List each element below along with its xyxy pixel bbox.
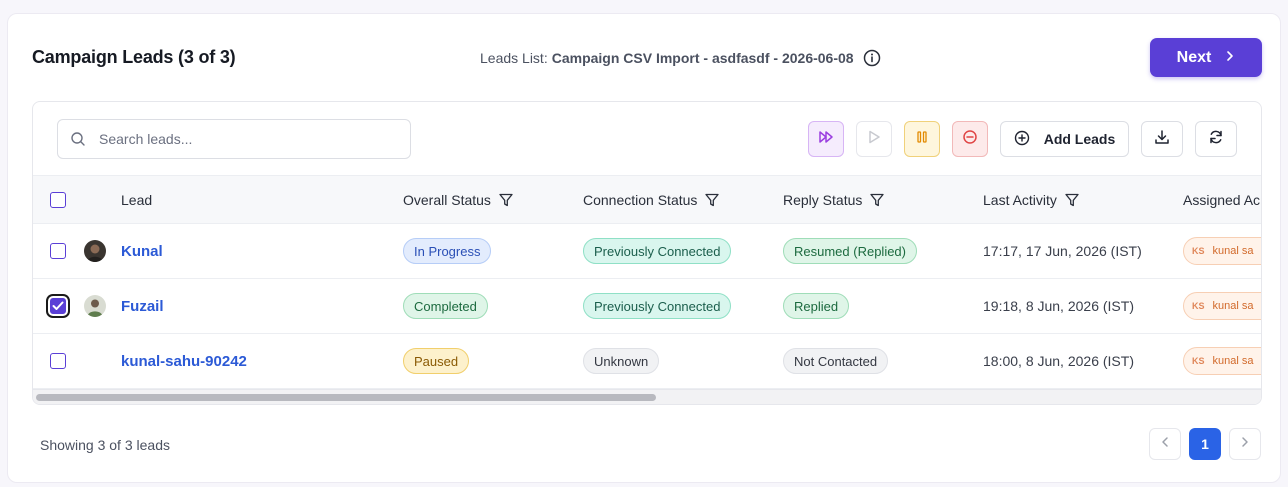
assignee-name: kunal sa — [1212, 300, 1254, 312]
assignee-initials: KS — [1192, 356, 1205, 366]
leads-table-panel: Add Leads Lead Overall Status Connection… — [32, 101, 1262, 405]
stop-icon — [962, 129, 978, 150]
reply-status-badge: Not Contacted — [783, 348, 889, 374]
column-reply-status: Reply Status — [783, 192, 885, 208]
connection-status-badge: Unknown — [583, 348, 660, 374]
play-icon — [868, 130, 880, 149]
download-icon — [1154, 129, 1170, 150]
assignee-chip: KS kunal sa — [1183, 237, 1261, 265]
table-header: Lead Overall Status Connection Status Re… — [33, 175, 1261, 224]
filter-icon[interactable] — [704, 192, 720, 208]
leads-list-info: Leads List: Campaign CSV Import - asdfas… — [480, 49, 881, 67]
next-button[interactable]: Next — [1150, 38, 1262, 77]
last-activity: 17:17, 17 Jun, 2026 (IST) — [983, 243, 1142, 259]
select-all-checkbox[interactable] — [50, 192, 66, 208]
column-assigned-label: Assigned Ac — [1183, 192, 1261, 208]
assignee-name: kunal sa — [1212, 355, 1254, 367]
assignee-initials: KS — [1192, 301, 1205, 311]
avatar — [84, 240, 106, 262]
filter-icon[interactable] — [498, 192, 514, 208]
column-connection-status: Connection Status — [583, 192, 720, 208]
chevron-right-icon — [1225, 49, 1235, 67]
connection-status-badge: Previously Connected — [583, 293, 732, 319]
reply-status-badge: Resumed (Replied) — [783, 238, 917, 264]
row-checkbox[interactable] — [50, 243, 66, 259]
last-activity: 18:00, 8 Jun, 2026 (IST) — [983, 353, 1134, 369]
lead-name-link[interactable]: Kunal — [121, 243, 163, 260]
assignee-chip: KS kunal sa — [1183, 347, 1261, 375]
add-leads-button[interactable]: Add Leads — [1000, 121, 1129, 157]
refresh-icon — [1208, 129, 1224, 150]
table-row[interactable]: kunal-sahu-90242 Paused Unknown Not Cont… — [33, 334, 1261, 389]
table-row[interactable]: Kunal In Progress Previously Connected R… — [33, 224, 1261, 279]
column-lead-label: Lead — [121, 192, 153, 208]
connection-status-badge: Previously Connected — [583, 238, 732, 264]
next-button-label: Next — [1176, 48, 1212, 66]
column-reply-status-label: Reply Status — [783, 192, 863, 208]
add-leads-label: Add Leads — [1043, 131, 1116, 147]
filter-icon[interactable] — [1064, 192, 1080, 208]
search-input[interactable] — [99, 131, 399, 147]
leads-list-value: Campaign CSV Import - asdfasdf - 2026-06… — [551, 50, 854, 66]
pause-button[interactable] — [904, 121, 940, 157]
scrollbar-thumb[interactable] — [36, 394, 656, 401]
lead-name-link[interactable]: Fuzail — [121, 298, 164, 315]
pause-icon — [916, 130, 928, 149]
column-assigned-account: Assigned Ac — [1183, 192, 1260, 208]
info-icon[interactable] — [863, 49, 881, 67]
download-button[interactable] — [1141, 121, 1183, 157]
next-page-button[interactable] — [1229, 428, 1261, 460]
resume-all-button[interactable] — [808, 121, 844, 157]
refresh-button[interactable] — [1195, 121, 1237, 157]
search-box[interactable] — [57, 119, 411, 159]
start-button[interactable] — [856, 121, 892, 157]
column-last-activity: Last Activity — [983, 192, 1080, 208]
plus-circle-icon — [1014, 130, 1030, 149]
stop-button[interactable] — [952, 121, 988, 157]
column-overall-status: Overall Status — [403, 192, 514, 208]
avatar — [84, 295, 106, 317]
check-icon — [52, 301, 64, 310]
campaign-leads-card: Campaign Leads (3 of 3) Leads List: Camp… — [7, 13, 1281, 483]
filter-icon[interactable] — [869, 192, 885, 208]
last-activity: 19:18, 8 Jun, 2026 (IST) — [983, 298, 1134, 314]
overall-status-badge: In Progress — [403, 238, 492, 264]
fast-forward-icon — [818, 130, 834, 149]
showing-count: Showing 3 of 3 leads — [40, 437, 170, 453]
column-overall-status-label: Overall Status — [403, 192, 491, 208]
previous-page-button[interactable] — [1149, 428, 1181, 460]
row-checkbox[interactable] — [50, 353, 66, 369]
row-checkbox[interactable] — [50, 298, 66, 314]
page-1-button[interactable]: 1 — [1189, 428, 1221, 460]
assignee-chip: KS kunal sa — [1183, 292, 1261, 320]
table-row[interactable]: Fuzail Completed Previously Connected Re… — [33, 279, 1261, 334]
reply-status-badge: Replied — [783, 293, 850, 319]
assignee-initials: KS — [1192, 246, 1205, 256]
chevron-left-icon — [1160, 435, 1170, 453]
column-connection-status-label: Connection Status — [583, 192, 698, 208]
column-lead: Lead — [121, 192, 152, 208]
page-title: Campaign Leads (3 of 3) — [32, 47, 236, 67]
chevron-right-icon — [1240, 435, 1250, 453]
horizontal-scrollbar[interactable] — [33, 389, 1261, 404]
lead-name-link[interactable]: kunal-sahu-90242 — [121, 353, 247, 370]
leads-list-label: Leads List: — [480, 50, 548, 66]
search-icon — [70, 131, 86, 147]
overall-status-badge: Paused — [403, 348, 470, 374]
column-last-activity-label: Last Activity — [983, 192, 1057, 208]
overall-status-badge: Completed — [403, 293, 488, 319]
assignee-name: kunal sa — [1212, 245, 1254, 257]
